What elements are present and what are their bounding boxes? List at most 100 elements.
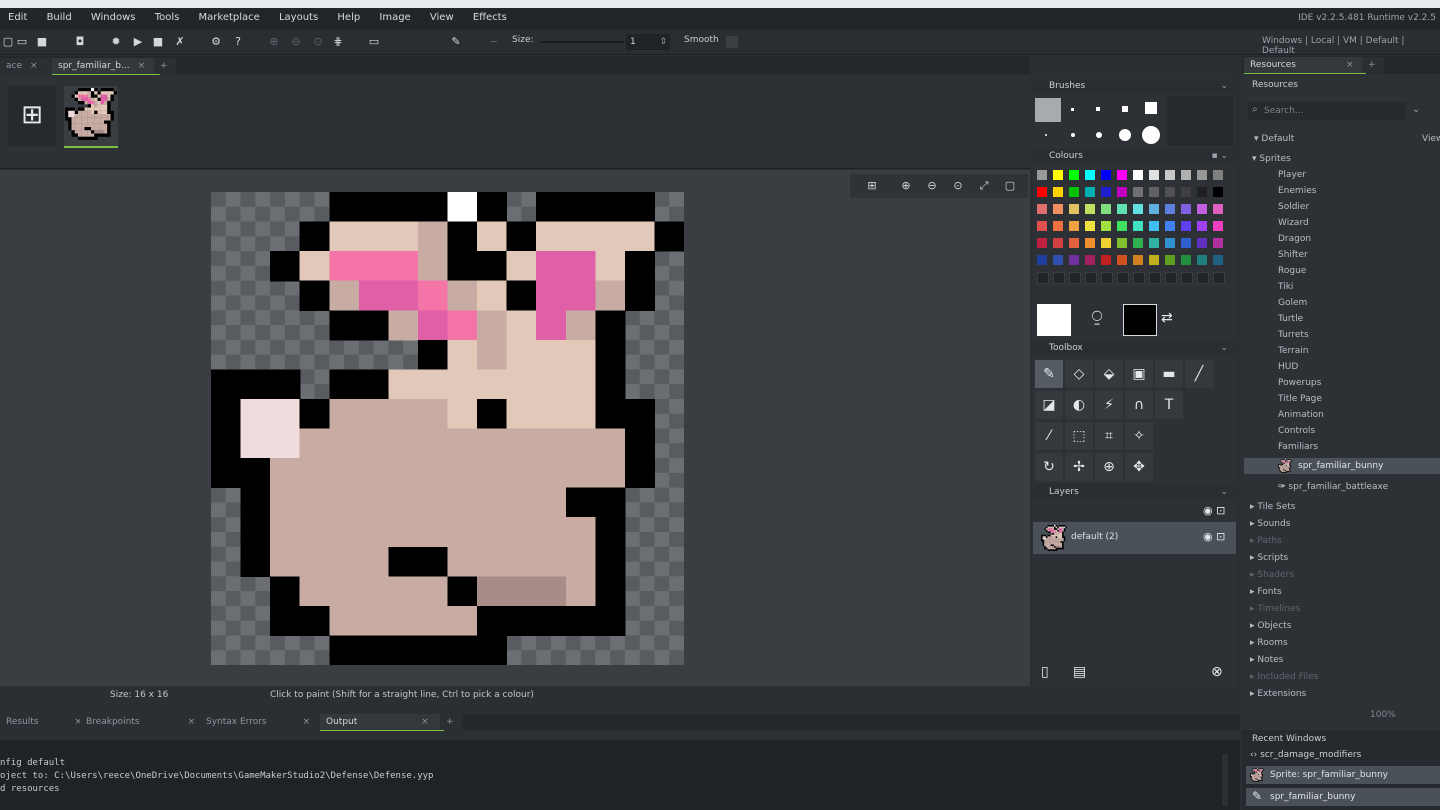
create-exe-icon[interactable]: ✗ [172,34,188,50]
line-tool-icon[interactable]: ╱ [1185,360,1213,388]
target-selector[interactable]: Windows | Local | VM | Default | Default [1262,36,1440,56]
colour-swatch[interactable] [1101,238,1111,248]
output-console[interactable]: nfig default oject to: C:\Users\reece\On… [0,740,1240,810]
close-icon[interactable]: × [188,717,196,727]
resource-folder-item[interactable]: Golem [1278,298,1307,308]
colours-header[interactable]: Colours ▪ ⌄ [1033,148,1236,164]
brush-select-tool-icon[interactable]: ⌗ [1095,422,1123,450]
colour-swatch[interactable] [1037,238,1047,248]
secondary-colour-swatch[interactable] [1123,304,1157,336]
colour-swatch[interactable] [1117,255,1127,265]
colour-swatch[interactable] [1101,272,1113,284]
colour-swatch[interactable] [1101,221,1111,231]
close-icon[interactable]: × [303,717,311,727]
fit-icon[interactable]: ⤢ [976,178,992,194]
colour-swatch[interactable] [1037,255,1047,265]
colour-swatch[interactable] [1101,187,1111,197]
colour-swatch[interactable] [1181,255,1191,265]
brushes-header[interactable]: Brushes ⌄ [1033,78,1236,94]
colour-swatch[interactable] [1213,238,1223,248]
colour-swatch[interactable] [1181,221,1191,231]
tab-resources[interactable]: Resources × [1244,57,1366,74]
frame-thumbnail[interactable] [64,86,118,148]
colour-swatch[interactable] [1149,272,1161,284]
new-output-tab-button[interactable]: + [440,714,462,730]
chevron-down-icon[interactable]: ⌄ [1412,104,1420,115]
layers-header[interactable]: Layers ⌄ [1033,484,1236,500]
menu-windows[interactable]: Windows [83,8,144,30]
colour-swatch[interactable] [1069,221,1079,231]
resource-category[interactable]: ▸ Notes [1250,655,1283,665]
minus-icon[interactable]: − [486,34,502,50]
colour-swatch[interactable] [1133,187,1143,197]
save-icon[interactable]: ■ [34,34,50,50]
colour-swatch[interactable] [1101,204,1111,214]
text-tool-icon[interactable]: T [1155,391,1183,419]
brush-selected[interactable] [1035,98,1061,122]
colour-swatch[interactable] [1213,221,1223,231]
new-tab-button[interactable]: + [154,58,176,74]
view-button[interactable]: View [1422,134,1440,144]
tree-default[interactable]: ▾ Default [1254,134,1294,144]
colour-swatch[interactable] [1165,238,1175,248]
close-icon[interactable]: × [30,61,38,71]
move-tool-icon[interactable]: ✥ [1125,453,1153,481]
pencil-icon[interactable]: ✎ [448,34,464,50]
pencil-tool-icon[interactable]: ✎ [1035,360,1063,388]
colour-swatch[interactable] [1133,170,1143,180]
brush-option[interactable] [1045,134,1047,136]
resource-folder-item[interactable]: Terrain [1278,346,1308,356]
resource-item[interactable]: ✑ spr_familiar_battleaxe [1278,482,1388,492]
eyedropper-tool-icon[interactable]: ⁄ [1035,422,1063,450]
close-icon[interactable]: × [1346,60,1354,70]
resource-category[interactable]: ▸ Included Files [1250,672,1318,682]
tab-workspace[interactable]: ace × [0,58,56,74]
recent-item[interactable]: ✎ spr_familiar_bunny [1246,788,1440,806]
colour-swatch[interactable] [1085,204,1095,214]
canvas-area[interactable] [0,170,1030,686]
run-icon[interactable]: ▶ [130,34,146,50]
toolbox-header[interactable]: Toolbox ⌄ [1033,340,1236,356]
mirror-tool-icon[interactable]: ⊕ [1095,453,1123,481]
tree-sprites[interactable]: ▾ Sprites [1252,154,1291,164]
colour-swatch[interactable] [1197,170,1207,180]
colour-swatch[interactable] [1149,187,1159,197]
new-layer-folder-icon[interactable]: ▤ [1073,664,1086,680]
tab-sprite-editor[interactable]: spr_familiar_b... × [52,58,160,75]
new-resource-tab-button[interactable]: + [1362,57,1384,73]
resource-folder-item[interactable]: Player [1278,170,1306,180]
colour-swatch[interactable] [1197,238,1207,248]
selection-tool-icon[interactable]: ⬚ [1065,422,1093,450]
colour-swatch[interactable] [1117,204,1127,214]
colour-swatch[interactable] [1117,187,1127,197]
colour-swatch[interactable] [1069,272,1081,284]
colour-swatch[interactable] [1053,187,1063,197]
resource-folder-item[interactable]: Enemies [1278,186,1316,196]
curve-tool-icon[interactable]: ∩ [1125,391,1153,419]
colour-swatch[interactable] [1197,221,1207,231]
colour-swatch[interactable] [1117,221,1127,231]
zoom-in-icon[interactable]: ⊕ [898,178,914,194]
colour-swatch[interactable] [1053,170,1063,180]
brush-option[interactable] [1071,108,1074,111]
help-icon[interactable]: ? [230,34,246,50]
output-scrollbar[interactable] [1222,754,1228,806]
fill-tool-icon[interactable]: ⬙ [1095,360,1123,388]
menu-marketplace[interactable]: Marketplace [191,8,268,30]
resource-folder-item[interactable]: Soldier [1278,202,1309,212]
primary-colour-swatch[interactable] [1037,304,1071,336]
stop-icon[interactable]: ■ [150,34,166,50]
colour-swatch[interactable] [1069,187,1079,197]
colour-swatch[interactable] [1181,187,1191,197]
menu-tools[interactable]: Tools [147,8,188,30]
colour-swatch[interactable] [1085,170,1095,180]
colour-swatch[interactable] [1085,255,1095,265]
resource-category[interactable]: ▸ Timelines [1250,604,1300,614]
colour-swatch[interactable] [1037,187,1047,197]
colour-swatch[interactable] [1117,170,1127,180]
resource-folder-item[interactable]: Animation [1278,410,1324,420]
colour-swatch[interactable] [1149,204,1159,214]
colour-swatch[interactable] [1149,238,1159,248]
background-icon[interactable]: ▢ [1002,178,1018,194]
monitor-icon[interactable]: ▭ [366,34,382,50]
